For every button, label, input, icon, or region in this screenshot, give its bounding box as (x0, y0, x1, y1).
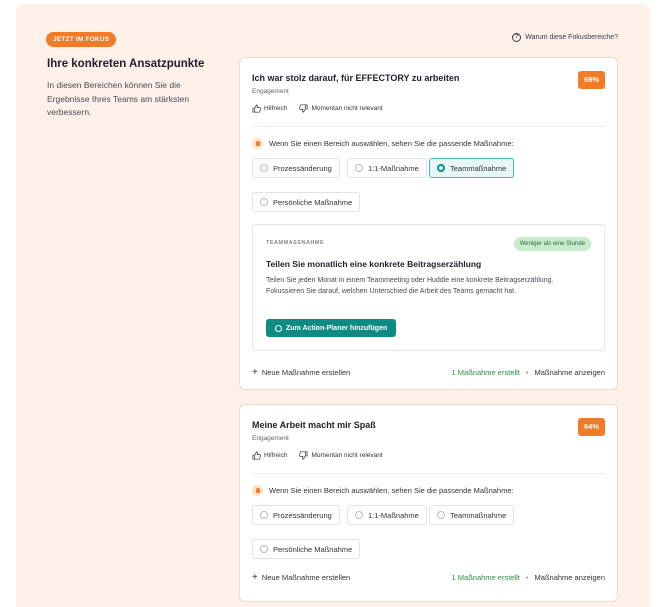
hint-text: Wenn Sie einen Bereich auswählen, sehen … (269, 486, 514, 495)
not-relevant-label: Momentan nicht relevant (311, 452, 383, 459)
radio-icon (260, 511, 268, 519)
hint-text: Wenn Sie einen Bereich auswählen, sehen … (269, 139, 514, 148)
option-team-action[interactable]: Teammaßnahme (429, 158, 515, 178)
divider (252, 473, 605, 474)
duration-badge: Weniger als eine Stunde (513, 237, 591, 251)
action-title: Teilen Sie monatlich eine konkrete Beitr… (266, 259, 482, 269)
thumbs-down-icon (299, 104, 308, 113)
score-badge: 64% (577, 418, 605, 436)
option-label: Teammaßnahme (450, 163, 507, 173)
option-label: Persönliche Maßnahme (273, 544, 353, 554)
created-count: 1 Maßnahme erstellt (451, 368, 520, 377)
selection-hint: Wenn Sie einen Bereich auswählen, sehen … (252, 138, 514, 149)
button-label: Zum Action-Planer hinzufügen (286, 324, 388, 332)
lightbulb-icon (252, 138, 263, 149)
lightbulb-icon (252, 485, 263, 496)
not-relevant-button[interactable]: Momentan nicht relevant (299, 451, 383, 460)
not-relevant-label: Momentan nicht relevant (311, 105, 383, 112)
option-team-action[interactable]: Teammaßnahme (429, 505, 515, 525)
section-title: Ihre konkreten Ansatzpunkte (47, 58, 205, 70)
option-label: 1:1-Maßnahme (368, 510, 419, 520)
new-action-link[interactable]: + Neue Maßnahme erstellen (252, 366, 351, 378)
plus-icon: + (252, 571, 258, 583)
card-title: Meine Arbeit macht mir Spaß (252, 420, 376, 430)
helpful-button[interactable]: Hilfreich (252, 104, 287, 113)
divider (252, 126, 605, 127)
show-actions-link[interactable]: Maßnahme anzeigen (535, 573, 605, 582)
thumbs-up-icon (252, 104, 261, 113)
selection-hint: Wenn Sie einen Bereich auswählen, sehen … (252, 485, 514, 496)
option-label: Teammaßnahme (450, 510, 507, 520)
thumbs-up-icon (252, 451, 261, 460)
option-personal-action[interactable]: Persönliche Maßnahme (252, 539, 361, 559)
radio-icon (260, 164, 268, 172)
card-category: Engagement (252, 88, 289, 95)
not-relevant-button[interactable]: Momentan nicht relevant (299, 104, 383, 113)
created-count: 1 Maßnahme erstellt (451, 573, 520, 582)
option-one-on-one[interactable]: 1:1-Maßnahme (347, 158, 427, 178)
score-badge: 69% (577, 71, 605, 89)
card-category: Engagement (252, 435, 289, 442)
option-process-change[interactable]: Prozessänderung (252, 158, 340, 178)
focus-card: Meine Arbeit macht mir Spaß Engagement 6… (239, 404, 618, 602)
option-label: Persönliche Maßnahme (273, 197, 353, 207)
radio-icon (260, 198, 268, 206)
option-one-on-one[interactable]: 1:1-Maßnahme (347, 505, 427, 525)
option-label: Prozessänderung (273, 510, 332, 520)
section-description: In diesen Bereichen können Sie die Ergeb… (47, 80, 190, 117)
action-description: Teilen Sie jeden Monat in einem Teammeet… (266, 277, 554, 295)
why-focus-link[interactable]: ? Warum diese Fokusbereiche? (512, 33, 618, 42)
new-action-label: Neue Maßnahme erstellen (261, 573, 351, 582)
option-personal-action[interactable]: Persönliche Maßnahme (252, 192, 361, 212)
separator: • (525, 368, 529, 377)
option-label: 1:1-Maßnahme (368, 163, 419, 173)
helpful-label: Hilfreich (264, 105, 288, 112)
new-action-link[interactable]: + Neue Maßnahme erstellen (252, 571, 351, 583)
card-footer: + Neue Maßnahme erstellen 1 Maßnahme ers… (252, 366, 605, 378)
show-actions-link[interactable]: Maßnahme anzeigen (535, 368, 605, 377)
feedback-row: Hilfreich Momentan nicht relevant (252, 451, 383, 460)
action-category: TEAMMASSNAHME (266, 240, 325, 246)
add-to-action-planner-button[interactable]: Zum Action-Planer hinzufügen (266, 319, 397, 337)
radio-selected-icon (437, 164, 445, 172)
option-label: Prozessänderung (273, 163, 332, 173)
why-focus-label: Warum diese Fokusbereiche? (525, 34, 618, 41)
plus-icon: + (252, 366, 258, 378)
radio-icon (355, 511, 363, 519)
card-footer: + Neue Maßnahme erstellen 1 Maßnahme ers… (252, 571, 605, 583)
thumbs-down-icon (299, 451, 308, 460)
target-icon (275, 324, 282, 332)
feedback-row: Hilfreich Momentan nicht relevant (252, 104, 383, 113)
card-title: Ich war stolz darauf, für EFFECTORY zu a… (252, 73, 460, 83)
radio-icon (355, 164, 363, 172)
option-process-change[interactable]: Prozessänderung (252, 505, 340, 525)
radio-icon (437, 511, 445, 519)
helpful-label: Hilfreich (264, 452, 288, 459)
new-action-label: Neue Maßnahme erstellen (261, 368, 351, 377)
helpful-button[interactable]: Hilfreich (252, 451, 287, 460)
radio-icon (260, 545, 268, 553)
focus-card: Ich war stolz darauf, für EFFECTORY zu a… (239, 57, 618, 390)
focus-badge: JETZT IM FOKUS (46, 32, 117, 47)
question-icon: ? (512, 33, 522, 42)
separator: • (525, 573, 529, 582)
action-suggestion: TEAMMASSNAHME Weniger als eine Stunde Te… (252, 224, 605, 351)
